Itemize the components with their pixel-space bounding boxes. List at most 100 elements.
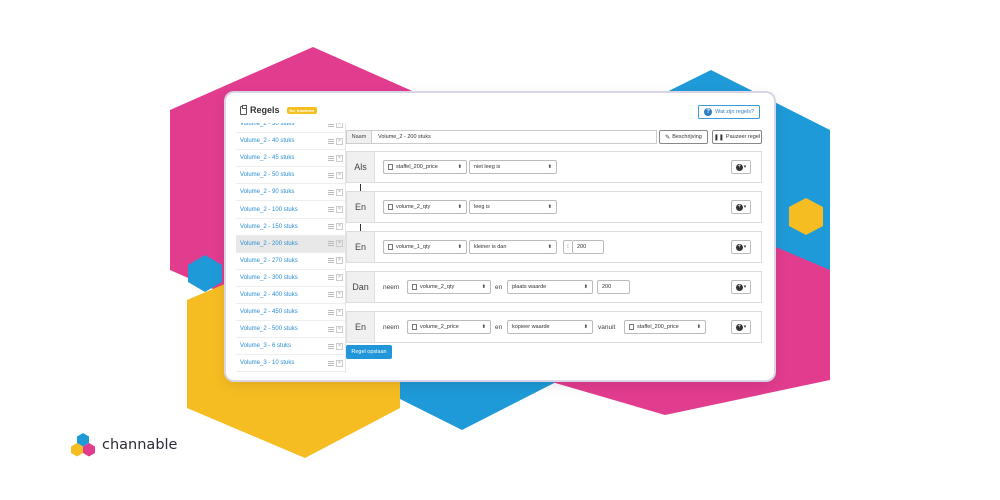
remove-icon[interactable]: × bbox=[336, 154, 343, 162]
pause-button[interactable]: ❚❚ Pauzeer regel bbox=[712, 130, 762, 144]
field-select-value: volume_2_qty bbox=[420, 284, 455, 290]
document-icon bbox=[629, 324, 634, 330]
remove-icon[interactable]: × bbox=[336, 342, 343, 350]
drag-handle-icon[interactable] bbox=[328, 123, 334, 127]
remove-icon[interactable]: × bbox=[336, 137, 343, 145]
name-input[interactable]: Volume_2 - 200 stuks bbox=[372, 130, 657, 144]
caret-icon: ⬍ bbox=[547, 244, 552, 250]
caret-icon: ⬍ bbox=[583, 324, 588, 330]
document-icon bbox=[412, 324, 417, 330]
description-button[interactable]: ✎ Beschrijving bbox=[659, 130, 708, 144]
caret-icon: ⬍ bbox=[696, 324, 701, 330]
rule-row-4: Dan neem volume_2_qty ⬍ en plaats waarde… bbox=[346, 271, 762, 303]
action-select[interactable]: plaats waarde ⬍ bbox=[507, 280, 593, 294]
sidebar-item[interactable]: Volume_2 - 50 stuks × bbox=[236, 167, 345, 185]
remove-icon[interactable]: × bbox=[336, 206, 343, 214]
remove-icon[interactable]: × bbox=[336, 359, 343, 367]
rule-connector bbox=[360, 224, 361, 231]
remove-icon[interactable]: × bbox=[336, 308, 343, 316]
sidebar-item[interactable]: Volume_2 - 30 stuks × bbox=[236, 123, 345, 134]
field-select[interactable]: volume_2_price ⬍ bbox=[407, 320, 491, 334]
rule-options-button[interactable]: + ▾ bbox=[731, 200, 751, 214]
drag-handle-icon[interactable] bbox=[328, 292, 334, 298]
caret-icon: ⬍ bbox=[457, 204, 462, 210]
sidebar-item-label: Volume_2 - 150 stuks bbox=[240, 223, 298, 230]
condition-select[interactable]: kleiner is dan ⬍ bbox=[469, 240, 557, 254]
rule-options-button[interactable]: + ▾ bbox=[731, 160, 751, 174]
drag-handle-icon[interactable] bbox=[328, 241, 334, 247]
rule-options-button[interactable]: + ▾ bbox=[731, 240, 751, 254]
action-prefix: neem bbox=[383, 283, 400, 291]
rule-keyword: Als bbox=[347, 152, 375, 182]
drag-handle-icon[interactable] bbox=[328, 155, 334, 161]
save-rule-button[interactable]: Regel opslaan bbox=[346, 345, 392, 359]
condition-select[interactable]: leeg is ⬍ bbox=[469, 200, 557, 214]
action-mid: en bbox=[495, 323, 503, 331]
rule-keyword: En bbox=[347, 232, 375, 262]
condition-select-value: niet leeg is bbox=[474, 164, 501, 170]
drag-handle-icon[interactable] bbox=[328, 326, 334, 332]
field-select[interactable]: volume_2_qty ⬍ bbox=[407, 280, 491, 294]
condition-select-value: leeg is bbox=[474, 204, 490, 210]
remove-icon[interactable]: × bbox=[336, 223, 343, 231]
drag-handle-icon[interactable] bbox=[328, 224, 334, 230]
chevron-down-icon: ▾ bbox=[743, 244, 747, 250]
help-button-label: Wat zijn regels? bbox=[715, 109, 754, 115]
sidebar-item[interactable]: Volume_2 - 45 stuks × bbox=[236, 150, 345, 168]
remove-icon[interactable]: × bbox=[336, 123, 343, 128]
drag-handle-icon[interactable] bbox=[328, 258, 334, 264]
sidebar-item[interactable]: Volume_2 - 40 stuks × bbox=[236, 133, 345, 151]
value-type-icon: ⁞ bbox=[563, 240, 572, 254]
sidebar-item[interactable]: Volume_2 - 150 stuks × bbox=[236, 219, 345, 236]
sidebar-item-controls: × bbox=[328, 274, 343, 282]
remove-icon[interactable]: × bbox=[336, 240, 343, 248]
action-select-value: kopieer waarde bbox=[512, 324, 550, 330]
sidebar-item[interactable]: Volume_3 - 10 stuks × bbox=[236, 355, 345, 373]
sidebar-item[interactable]: Volume_2 - 450 stuks × bbox=[236, 304, 345, 322]
sidebar-item-label: Volume_2 - 200 stuks bbox=[240, 240, 298, 247]
condition-select[interactable]: niet leeg is ⬍ bbox=[469, 160, 557, 174]
source-select[interactable]: staffel_200_price ⬍ bbox=[624, 320, 706, 334]
pause-button-label: Pauzeer regel bbox=[725, 134, 761, 140]
drag-handle-icon[interactable] bbox=[328, 275, 334, 281]
value-input[interactable]: 200 bbox=[597, 280, 630, 294]
window-header: Regels No_Inactives ? Wat zijn regels? bbox=[226, 93, 774, 123]
gear-icon: + bbox=[735, 243, 743, 251]
drag-handle-icon[interactable] bbox=[328, 189, 334, 195]
sidebar-item[interactable]: Volume_2 - 90 stuks × bbox=[236, 184, 345, 202]
rule-editor: Naam Volume_2 - 200 stuks ✎ Beschrijving… bbox=[346, 123, 774, 380]
document-icon bbox=[412, 284, 417, 290]
action-select[interactable]: kopieer waarde ⬍ bbox=[507, 320, 593, 334]
sidebar-item[interactable]: Volume_2 - 300 stuks × bbox=[236, 270, 345, 287]
field-select[interactable]: staffel_200_price ⬍ bbox=[383, 160, 467, 174]
drag-handle-icon[interactable] bbox=[328, 207, 334, 213]
field-select[interactable]: volume_1_qty ⬍ bbox=[383, 240, 467, 254]
sidebar-item-controls: × bbox=[328, 342, 343, 350]
drag-handle-icon[interactable] bbox=[328, 360, 334, 366]
rule-row-2: En volume_2_qty ⬍ leeg is ⬍ + ▾ bbox=[346, 191, 762, 223]
sidebar-item[interactable]: Volume_2 - 500 stuks × bbox=[236, 321, 345, 339]
drag-handle-icon[interactable] bbox=[328, 138, 334, 144]
sidebar-item[interactable]: Volume_2 - 100 stuks × bbox=[236, 201, 345, 219]
clipboard-icon bbox=[240, 104, 247, 115]
rule-options-button[interactable]: + ▾ bbox=[731, 320, 751, 334]
sidebar-item[interactable]: Volume_3 - 6 stuks × bbox=[236, 338, 345, 356]
remove-icon[interactable]: × bbox=[336, 291, 343, 299]
value-input[interactable]: 200 bbox=[572, 240, 604, 254]
field-select[interactable]: volume_2_qty ⬍ bbox=[383, 200, 467, 214]
remove-icon[interactable]: × bbox=[336, 325, 343, 333]
sidebar-item[interactable]: Volume_2 - 270 stuks × bbox=[236, 253, 345, 270]
drag-handle-icon[interactable] bbox=[328, 172, 334, 178]
drag-handle-icon[interactable] bbox=[328, 343, 334, 349]
sidebar-item[interactable]: Volume_2 - 400 stuks × bbox=[236, 287, 345, 305]
sidebar-item-label: Volume_2 - 100 stuks bbox=[240, 206, 298, 213]
rule-options-button[interactable]: + ▾ bbox=[731, 280, 751, 294]
remove-icon[interactable]: × bbox=[336, 257, 343, 265]
remove-icon[interactable]: × bbox=[336, 274, 343, 282]
edit-icon: ✎ bbox=[665, 134, 671, 141]
sidebar-item[interactable]: Volume_2 - 200 stuks × bbox=[236, 235, 345, 253]
remove-icon[interactable]: × bbox=[336, 188, 343, 196]
help-button[interactable]: ? Wat zijn regels? bbox=[698, 105, 760, 119]
drag-handle-icon[interactable] bbox=[328, 309, 334, 315]
remove-icon[interactable]: × bbox=[336, 171, 343, 179]
